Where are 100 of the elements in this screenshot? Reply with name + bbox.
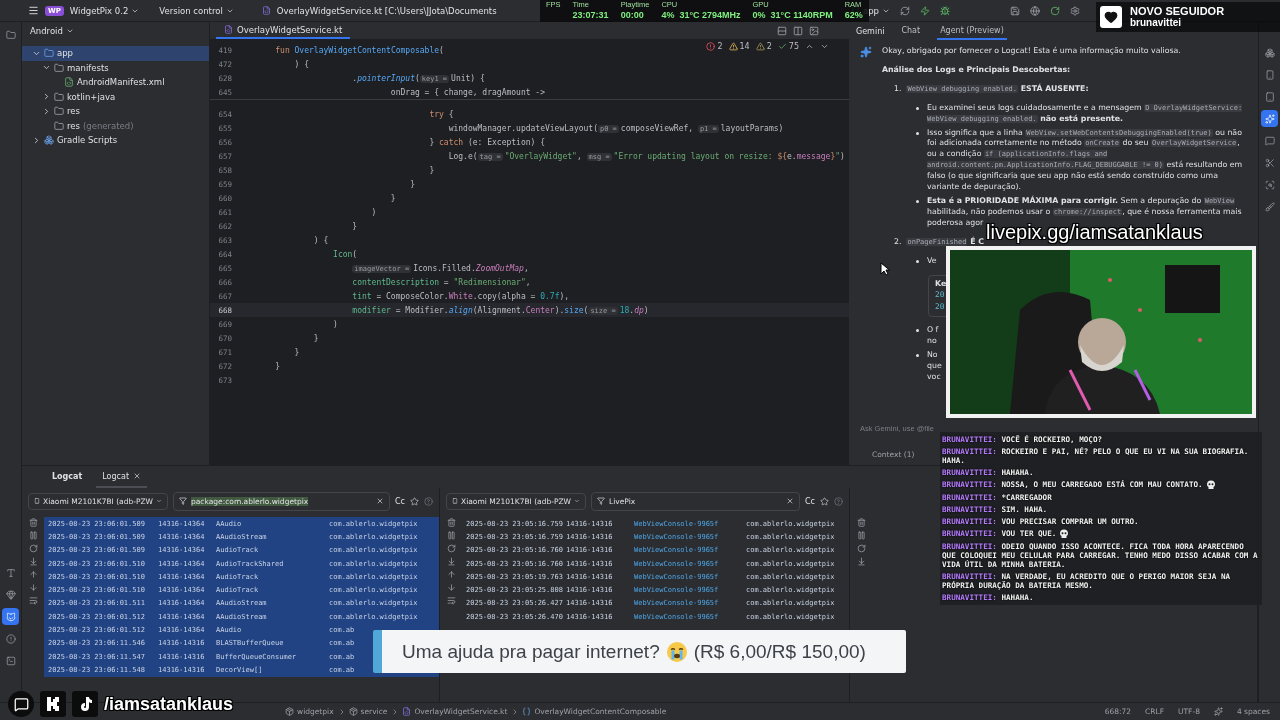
code-line: } <box>409 179 415 189</box>
version-control-menu[interactable]: Version control <box>159 5 234 16</box>
tree-item[interactable]: res (generated) <box>22 118 209 133</box>
tree-item[interactable]: res <box>22 104 209 119</box>
trash-icon[interactable] <box>28 518 38 527</box>
project-menu[interactable]: WidgetPix 0.2 <box>69 5 140 16</box>
tree-item[interactable]: kotlin+java <box>22 89 209 104</box>
star-icon[interactable] <box>820 496 829 506</box>
tree-item[interactable]: AndroidManifest.xml <box>22 75 209 90</box>
tree-item[interactable]: Gradle Scripts <box>22 133 209 148</box>
image-icon[interactable] <box>809 25 819 36</box>
globe-icon[interactable] <box>1030 5 1040 16</box>
social-handle: /iamsatanklaus <box>104 693 234 715</box>
skull-icon <box>1059 529 1070 539</box>
file-path: OverlayWidgetService.kt [C:\Users\JJota\Documents <box>276 5 497 16</box>
file-icon <box>64 77 74 88</box>
chevron-right-icon[interactable] <box>42 106 51 116</box>
sparkle-icon[interactable] <box>1213 707 1223 716</box>
up-arrow-icon[interactable] <box>446 570 456 579</box>
pause-icon[interactable] <box>856 531 866 540</box>
folder-icon <box>54 106 64 117</box>
item-label: res <box>67 106 80 117</box>
star-icon[interactable] <box>410 496 419 506</box>
item-label: app <box>57 48 73 59</box>
stat-value: 4% 31°C 2794MHz <box>661 9 741 21</box>
view-dropdown[interactable]: Android <box>30 26 74 36</box>
wrap-icon[interactable] <box>28 596 38 605</box>
heart-icon <box>1104 10 1118 24</box>
rerun-icon[interactable] <box>900 5 910 16</box>
filter-icon <box>179 497 187 505</box>
inspection-count: 2 <box>766 42 772 51</box>
code-line: } <box>274 361 281 371</box>
logcat-tab[interactable]: Logcat <box>96 466 148 488</box>
split-view-icon[interactable] <box>793 25 803 36</box>
tab[interactable]: Agent (Preview) <box>937 22 1007 40</box>
alert-icon <box>5 633 16 644</box>
menu-icon[interactable] <box>28 5 39 16</box>
settings-icon[interactable] <box>1070 5 1080 16</box>
follower-name: brunavittei <box>1130 17 1183 29</box>
tree-item[interactable]: manifests <box>22 60 209 75</box>
restart-icon[interactable] <box>28 544 38 553</box>
bullet-icon <box>916 199 919 203</box>
restart-icon[interactable] <box>446 544 456 553</box>
code-line: } <box>293 347 300 357</box>
code-line: } <box>351 221 358 231</box>
tool-window-button[interactable] <box>1261 110 1278 127</box>
phone-icon <box>1264 69 1275 80</box>
code-line: ) <box>370 207 377 217</box>
terminal-icon <box>5 655 16 666</box>
warning-icon <box>755 42 765 51</box>
debug-icon[interactable] <box>940 5 950 16</box>
tab[interactable]: Chat <box>898 22 924 40</box>
close-icon[interactable] <box>133 472 142 480</box>
stat-value: 00:00 <box>620 9 644 21</box>
code-line: ) { <box>312 235 329 245</box>
help-icon[interactable] <box>424 496 433 506</box>
match-case-button[interactable]: Cc <box>805 496 815 506</box>
chevron-right-icon[interactable] <box>32 135 41 145</box>
gem-icon <box>5 589 16 600</box>
pause-icon[interactable] <box>446 531 456 540</box>
scroll-to-end-icon[interactable] <box>28 557 38 566</box>
trash-icon[interactable] <box>446 518 456 527</box>
bullet-icon <box>916 106 919 110</box>
code-line: } <box>428 165 435 175</box>
clear-icon[interactable] <box>376 497 384 505</box>
check-icon <box>777 42 787 51</box>
match-case-button[interactable]: Cc <box>395 496 405 506</box>
code-line: } catch (e: Exception) { <box>428 137 545 147</box>
tree-item[interactable]: app <box>22 46 209 61</box>
scroll-to-end-icon[interactable] <box>856 557 866 566</box>
file-icon <box>261 6 271 15</box>
scroll-to-end-icon[interactable] <box>446 557 456 566</box>
item-label: Gradle Scripts <box>57 135 118 146</box>
wrap-icon[interactable] <box>446 596 456 605</box>
phone-icon <box>452 497 458 505</box>
skull-icon <box>1205 480 1216 490</box>
k-logo-icon <box>40 691 66 717</box>
restart-icon[interactable] <box>856 544 866 553</box>
sync-icon[interactable] <box>1050 5 1060 16</box>
chevron-right-icon[interactable] <box>42 92 51 102</box>
down-arrow-icon[interactable] <box>446 583 456 592</box>
lightning-icon[interactable] <box>920 5 930 16</box>
inspection-count: 14 <box>739 42 750 51</box>
pause-icon[interactable] <box>28 531 38 540</box>
inspection-count: 75 <box>788 42 799 51</box>
up-icon[interactable] <box>805 42 814 51</box>
error-icon <box>706 42 716 51</box>
text-icon <box>5 567 16 578</box>
logcat-tab[interactable]: Logcat <box>46 466 89 488</box>
clear-icon[interactable] <box>786 497 794 505</box>
up-arrow-icon[interactable] <box>28 570 38 579</box>
down-icon[interactable] <box>820 42 829 51</box>
trash-icon[interactable] <box>856 518 866 527</box>
code-line: contentDescription = "Redimensionar", <box>351 277 531 287</box>
down-arrow-icon[interactable] <box>28 583 38 592</box>
save-icon[interactable] <box>1010 5 1020 16</box>
tool-window-button[interactable] <box>2 608 19 625</box>
help-icon[interactable] <box>834 496 843 506</box>
folder-icon <box>44 48 54 59</box>
code-view-icon[interactable] <box>777 25 787 36</box>
